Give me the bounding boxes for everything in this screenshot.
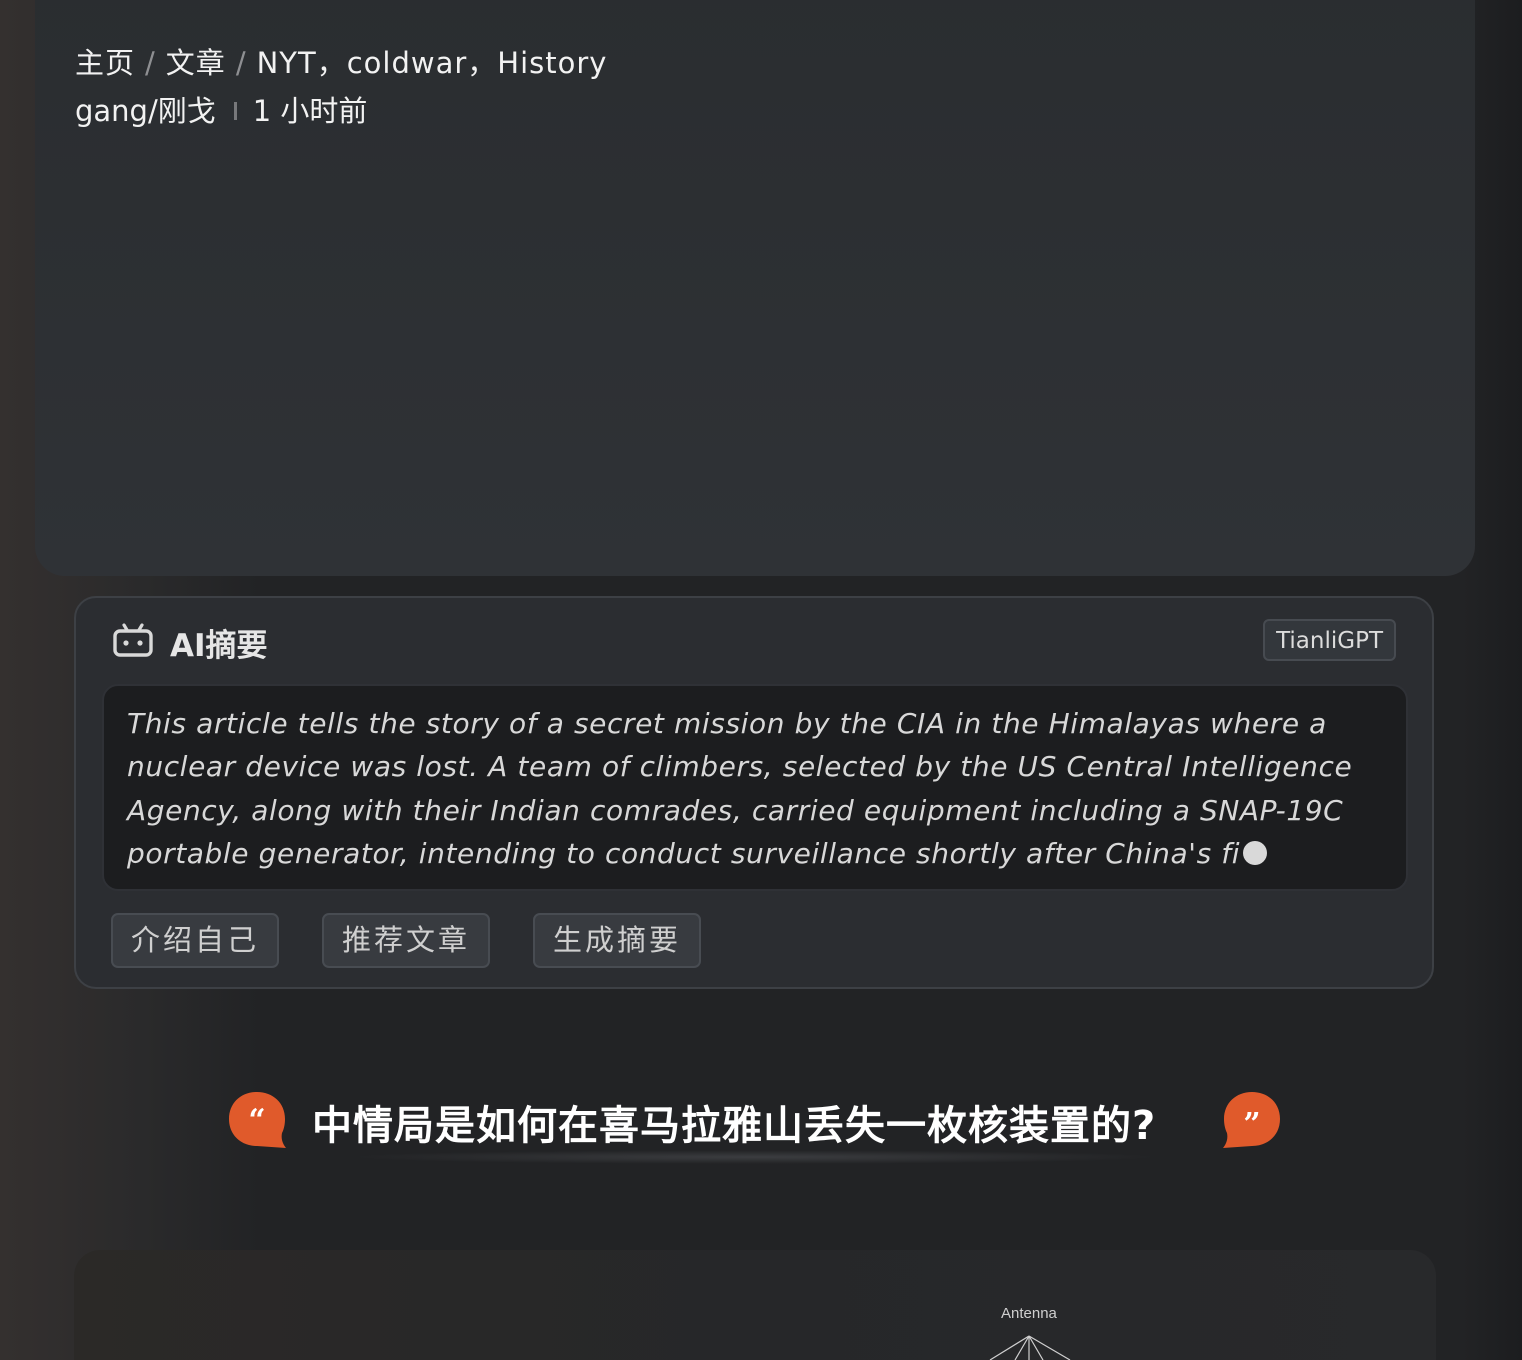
- svg-text:”: ”: [1243, 1107, 1260, 1142]
- ai-summary-text-box: This article tells the story of a secret…: [102, 684, 1408, 891]
- breadcrumb-tags[interactable]: NYT，coldwar，History: [257, 46, 608, 80]
- svg-text:“: “: [248, 1103, 265, 1138]
- antenna-diagram-icon: [989, 1335, 1071, 1360]
- heading-underline-glow: [350, 1150, 1160, 1164]
- breadcrumb-home[interactable]: 主页: [75, 46, 135, 80]
- breadcrumb-articles[interactable]: 文章: [166, 46, 226, 80]
- meta-divider: [233, 102, 237, 120]
- ai-action-buttons: 介绍自己 推荐文章 生成摘要: [111, 913, 744, 968]
- ai-summary-text: This article tells the story of a secret…: [127, 707, 1353, 870]
- ai-summary-card: AI摘要 TianliGPT This article tells the st…: [74, 596, 1434, 989]
- article-heading: 中情局是如何在喜马拉雅山丢失一枚核装置的?: [312, 1103, 1157, 1149]
- post-author[interactable]: gang/刚戈: [75, 94, 216, 128]
- ai-summary-title: AI摘要: [170, 627, 268, 664]
- breadcrumb-separator: /: [235, 46, 247, 80]
- post-header-banner: [35, 0, 1475, 576]
- breadcrumb-separator: /: [145, 46, 156, 80]
- typing-cursor-icon: [1243, 840, 1268, 865]
- ai-model-badge[interactable]: TianliGPT: [1263, 619, 1396, 661]
- article-heading-block: “ 中情局是如何在喜马拉雅山丢失一枚核装置的? ”: [228, 1090, 1288, 1152]
- ai-summary-header: AI摘要: [112, 620, 268, 664]
- robot-icon: [112, 622, 154, 662]
- recommend-article-button[interactable]: 推荐文章: [322, 913, 490, 968]
- introduce-yourself-button[interactable]: 介绍自己: [111, 913, 279, 968]
- article-figure: [74, 1250, 1436, 1360]
- breadcrumb: 主页 / 文章 / NYT，coldwar，History: [75, 40, 607, 82]
- quote-open-icon: “: [228, 1090, 286, 1150]
- post-meta: gang/刚戈 1 小时前: [75, 88, 367, 130]
- figure-label-antenna: Antenna: [1001, 1305, 1057, 1322]
- post-time: 1 小时前: [252, 94, 368, 128]
- generate-summary-button[interactable]: 生成摘要: [533, 913, 701, 968]
- quote-close-icon: ”: [1223, 1090, 1281, 1150]
